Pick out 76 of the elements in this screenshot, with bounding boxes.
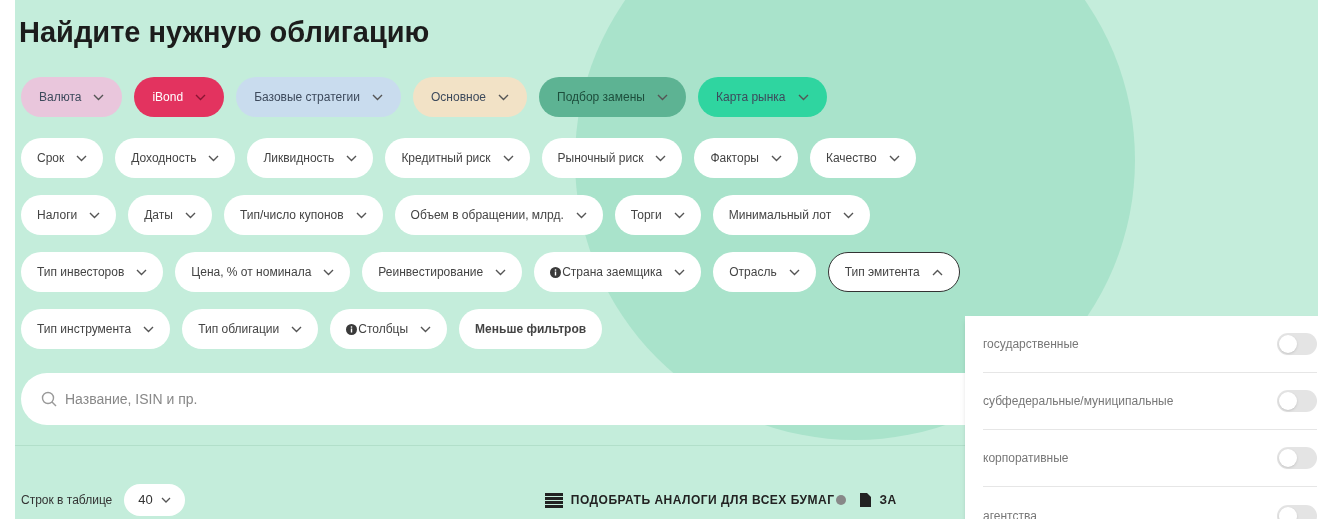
- category-chip[interactable]: Карта рынка: [697, 77, 827, 117]
- chevron-down-icon: [208, 154, 220, 162]
- chevron-down-icon: [89, 211, 101, 219]
- filter-dropdown[interactable]: Тип инструмента: [21, 309, 171, 349]
- chevron-down-icon: [843, 211, 855, 219]
- chevron-down-icon: [195, 93, 207, 101]
- chevron-down-icon: [160, 497, 171, 503]
- category-chip[interactable]: Подбор замены: [539, 77, 686, 117]
- filter-dropdown[interactable]: Качество: [809, 138, 916, 178]
- chevron-down-icon: [495, 268, 507, 276]
- rows-per-page-select[interactable]: 40: [124, 484, 185, 516]
- toggle-switch[interactable]: [1277, 447, 1317, 469]
- filter-dropdown[interactable]: Минимальный лот: [712, 195, 871, 235]
- chevron-up-icon: [931, 268, 943, 276]
- info-icon: [346, 323, 358, 335]
- filter-dropdown[interactable]: Объем в обращении, млрд.: [394, 195, 603, 235]
- info-icon: [550, 266, 562, 278]
- filter-dropdown[interactable]: Рыночный риск: [541, 138, 683, 178]
- toggle-switch[interactable]: [1277, 333, 1317, 355]
- filter-dropdown[interactable]: Реинвестирование: [362, 252, 523, 292]
- filter-dropdown[interactable]: Торги: [614, 195, 701, 235]
- filter-dropdown[interactable]: Факторы: [694, 138, 798, 178]
- chevron-down-icon: [575, 211, 587, 219]
- chevron-down-icon: [346, 154, 358, 162]
- filter-dropdown[interactable]: Тип эмитента: [827, 252, 960, 292]
- chevron-down-icon: [136, 268, 148, 276]
- page-title: Найдите нужную облигацию: [19, 15, 430, 50]
- chevron-down-icon: [184, 211, 196, 219]
- document-icon: [860, 493, 872, 507]
- filter-dropdown[interactable]: Налоги: [21, 195, 117, 235]
- chevron-down-icon: [355, 211, 367, 219]
- filter-dropdown[interactable]: Столбцы: [330, 309, 448, 349]
- option-label: субфедеральные/муниципальные: [983, 393, 1174, 410]
- filter-dropdown[interactable]: Ликвидность: [247, 138, 374, 178]
- info-icon: [836, 495, 847, 505]
- action-link[interactable]: ЗА: [860, 491, 897, 509]
- chevron-down-icon: [420, 325, 432, 333]
- filter-dropdown[interactable]: Даты: [128, 195, 212, 235]
- less-filters-button[interactable]: Меньше фильтров: [459, 309, 603, 349]
- action-link[interactable]: ПОДОБРАТЬ АНАЛОГИ ДЛЯ ВСЕХ БУМАГ: [544, 491, 847, 509]
- chevron-down-icon: [502, 154, 514, 162]
- filter-dropdown[interactable]: Страна заемщика: [534, 252, 702, 292]
- chevron-down-icon: [673, 211, 685, 219]
- option-label: корпоративные: [983, 450, 1069, 467]
- filter-dropdown[interactable]: Цена, % от номинала: [175, 252, 351, 292]
- search-icon: [41, 391, 57, 407]
- chevron-down-icon: [76, 154, 88, 162]
- chevron-down-icon: [93, 93, 105, 101]
- option-label: государственные: [983, 336, 1079, 353]
- chevron-down-icon: [498, 93, 509, 101]
- list-icon: [544, 492, 563, 508]
- filter-dropdown[interactable]: Срок: [21, 138, 104, 178]
- filter-dropdown[interactable]: Тип/число купонов: [223, 195, 383, 235]
- category-chip[interactable]: Базовые стратегии: [236, 77, 402, 117]
- chevron-down-icon: [888, 154, 900, 162]
- option-label: агентства: [983, 507, 1037, 519]
- toggle-switch[interactable]: [1277, 390, 1317, 412]
- category-chip[interactable]: iBond: [134, 77, 225, 117]
- chevron-down-icon: [372, 93, 384, 101]
- filter-dropdown[interactable]: Тип инвесторов: [21, 252, 164, 292]
- chevron-down-icon: [655, 154, 667, 162]
- filter-dropdown[interactable]: Доходность: [115, 138, 236, 178]
- rows-per-page-label: Строк в таблице: [21, 492, 113, 509]
- chevron-down-icon: [797, 93, 809, 101]
- chevron-down-icon: [674, 268, 686, 276]
- category-chip[interactable]: Валюта: [21, 77, 123, 117]
- filter-dropdown[interactable]: Отрасль: [713, 252, 816, 292]
- category-chip[interactable]: Основное: [413, 77, 527, 117]
- chevron-down-icon: [291, 325, 303, 333]
- filter-dropdown[interactable]: Тип облигации: [182, 309, 319, 349]
- chevron-down-icon: [656, 93, 668, 101]
- chevron-down-icon: [143, 325, 155, 333]
- chevron-down-icon: [770, 154, 782, 162]
- chevron-down-icon: [788, 268, 800, 276]
- chevron-down-icon: [323, 268, 335, 276]
- filter-dropdown[interactable]: Кредитный риск: [385, 138, 530, 178]
